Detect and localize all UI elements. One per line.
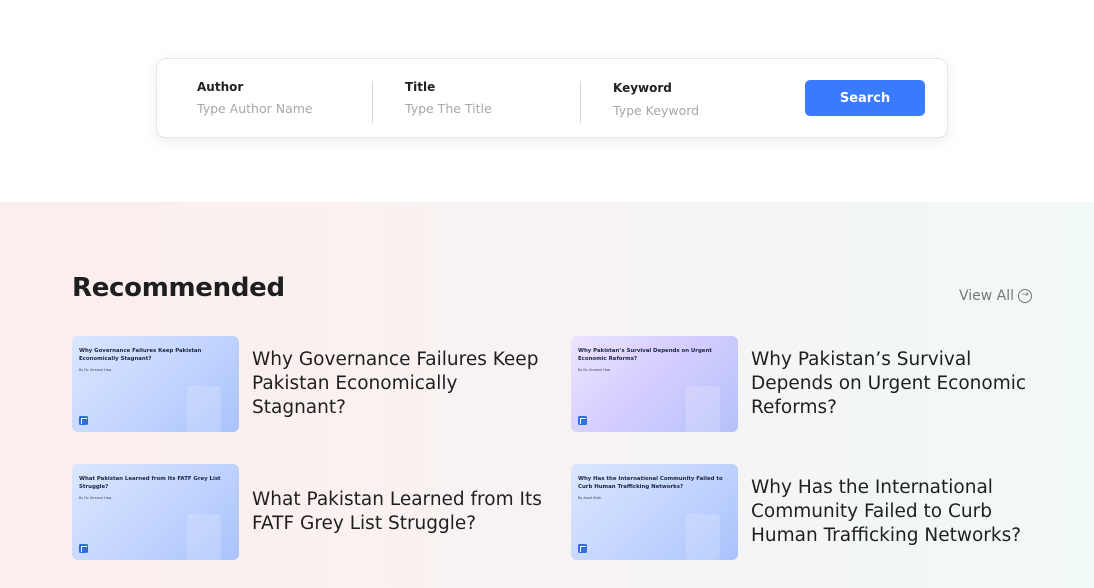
article-headline[interactable]: Why Has the International Community Fail… [751, 476, 1041, 548]
logo-icon [79, 544, 88, 553]
article-thumbnail[interactable]: Why Governance Failures Keep Pakistan Ec… [72, 336, 239, 432]
divider [580, 81, 581, 123]
article-headline[interactable]: What Pakistan Learned from Its FATF Grey… [252, 488, 542, 536]
section-heading: Recommended [72, 273, 285, 303]
thumbnail-decoration [686, 514, 720, 560]
title-input[interactable] [405, 101, 555, 116]
thumbnail-author: By Dr. Ikramul Haq [79, 496, 111, 500]
thumbnail-author: By Dr. Ikramul Haq [79, 368, 111, 372]
thumbnail-title: Why Governance Failures Keep Pakistan Ec… [79, 348, 202, 362]
article-thumbnail[interactable]: Why Pakistan’s Survival Depends on Urgen… [571, 336, 738, 432]
logo-icon [578, 416, 587, 425]
article-card[interactable]: What Pakistan Learned from Its FATF Grey… [72, 464, 542, 560]
logo-icon [79, 416, 88, 425]
thumbnail-title: Why Has the International Community Fail… [578, 476, 723, 490]
article-thumbnail[interactable]: What Pakistan Learned from Its FATF Grey… [72, 464, 239, 560]
article-headline[interactable]: Why Pakistan’s Survival Depends on Urgen… [751, 348, 1041, 420]
thumbnail-author: By Dr. Ikramul Haq [578, 368, 610, 372]
thumbnail-decoration [187, 386, 221, 432]
recommended-section: Recommended View All → Why Governance Fa… [0, 202, 1094, 588]
article-card[interactable]: Why Pakistan’s Survival Depends on Urgen… [571, 336, 1041, 432]
thumbnail-title: What Pakistan Learned from Its FATF Grey… [79, 476, 221, 490]
keyword-input[interactable] [613, 103, 763, 118]
view-all-link[interactable]: View All → [959, 288, 1033, 304]
arrow-right-circle-icon: → [1018, 289, 1033, 303]
article-thumbnail[interactable]: Why Has the International Community Fail… [571, 464, 738, 560]
search-button[interactable]: Search [805, 80, 925, 116]
article-card[interactable]: Why Has the International Community Fail… [571, 464, 1041, 560]
keyword-label: Keyword [613, 81, 672, 95]
thumbnail-decoration [187, 514, 221, 560]
divider [372, 81, 373, 123]
author-field-group: Author [197, 59, 367, 139]
article-card[interactable]: Why Governance Failures Keep Pakistan Ec… [72, 336, 542, 432]
author-input[interactable] [197, 101, 347, 116]
keyword-field-group: Keyword [613, 59, 793, 139]
thumbnail-title: Why Pakistan’s Survival Depends on Urgen… [578, 348, 712, 362]
logo-icon [578, 544, 587, 553]
thumbnail-decoration [686, 386, 720, 432]
thumbnail-author: By Asad Ullah [578, 496, 602, 500]
view-all-label: View All [959, 288, 1015, 304]
title-field-group: Title [405, 59, 575, 139]
author-label: Author [197, 80, 244, 94]
title-label: Title [405, 80, 436, 94]
search-panel: Author Title Keyword Search [156, 58, 948, 138]
article-headline[interactable]: Why Governance Failures Keep Pakistan Ec… [252, 348, 542, 420]
